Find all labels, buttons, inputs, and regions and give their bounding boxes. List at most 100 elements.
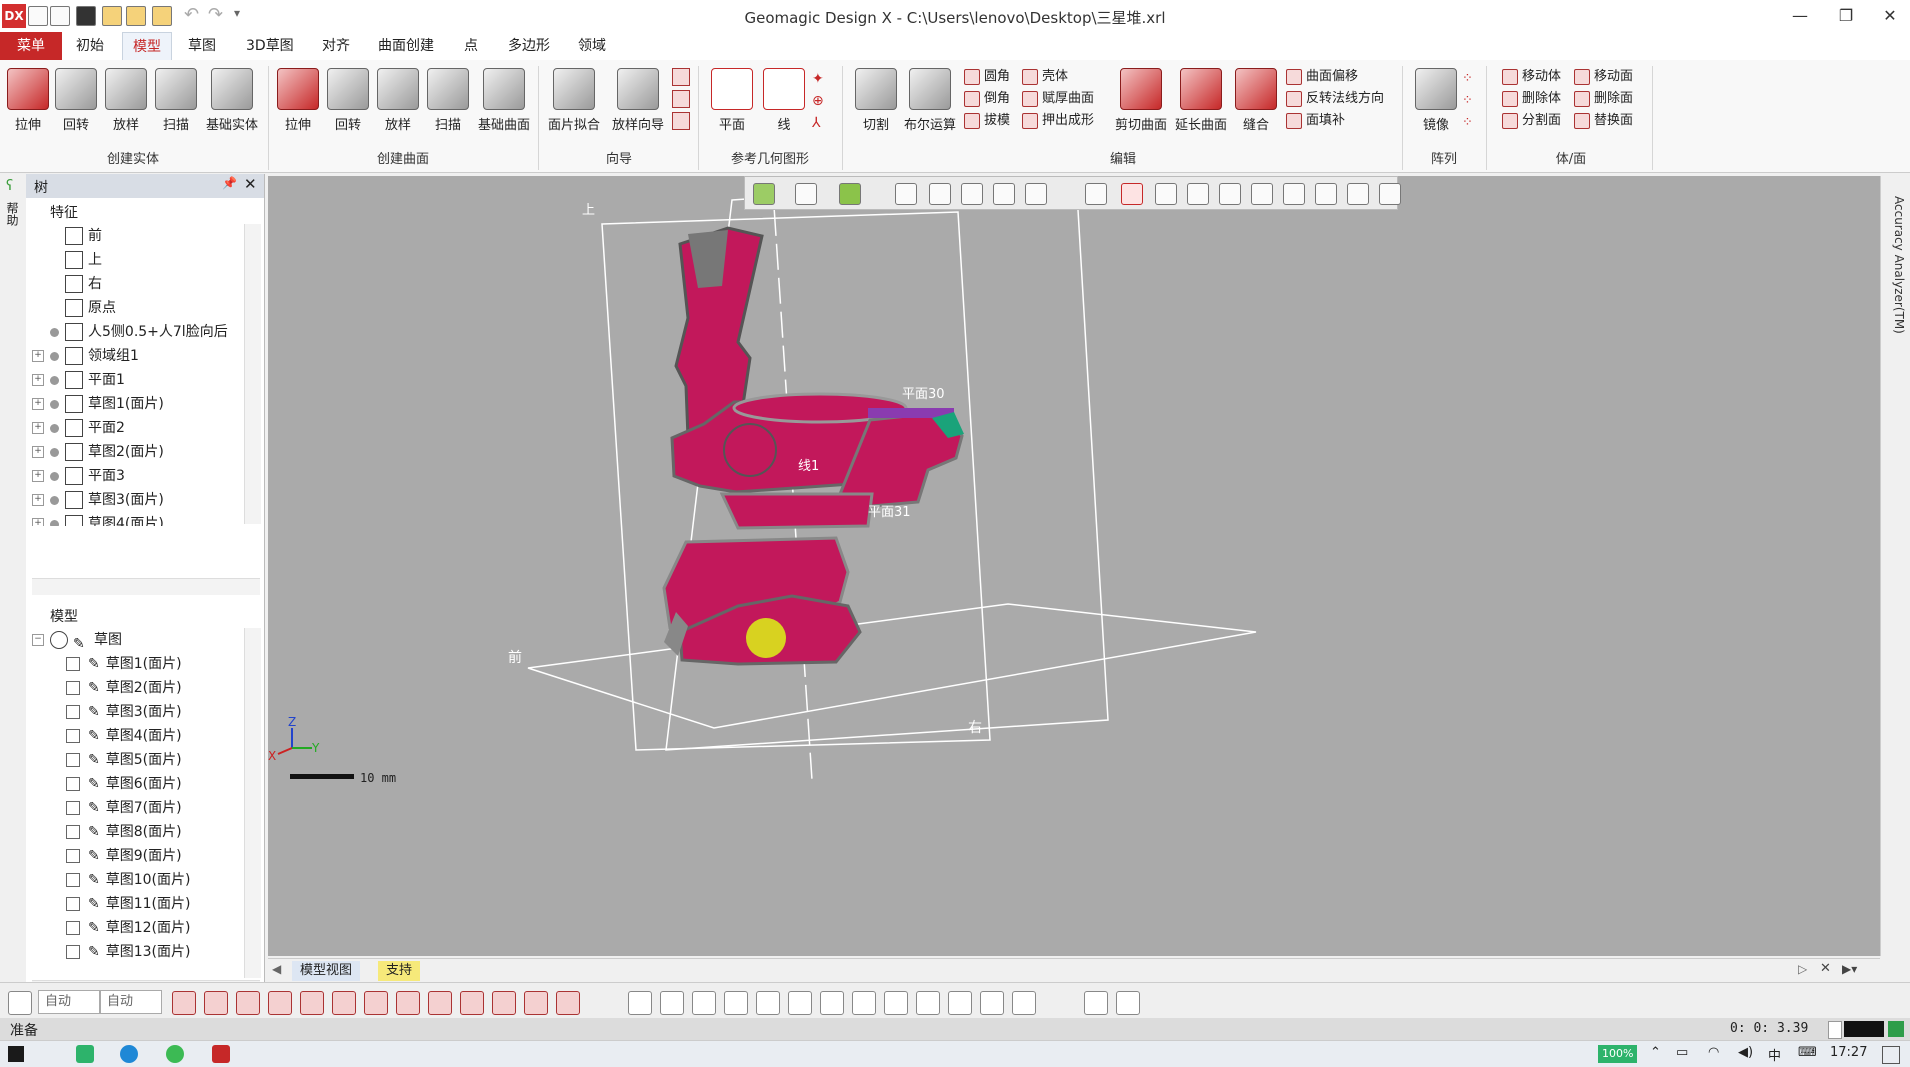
features-scrollbar[interactable] bbox=[244, 224, 261, 524]
pattern-icons[interactable]: ⁘ ⁘ ⁘ bbox=[1462, 68, 1473, 134]
visibility-dot-icon[interactable] bbox=[50, 351, 59, 361]
prev-tab-icon[interactable]: ◀ bbox=[272, 962, 281, 976]
visibility-dot-icon[interactable] bbox=[50, 423, 59, 433]
selection-filter-icon[interactable] bbox=[628, 991, 652, 1015]
restore-button[interactable]: ❐ bbox=[1826, 4, 1866, 28]
selection-filter-icon[interactable] bbox=[948, 991, 972, 1015]
visibility-checkbox[interactable] bbox=[66, 777, 80, 791]
feature-tree-item[interactable]: + 草图3(面片) bbox=[32, 488, 238, 512]
surface-sweep-button[interactable]: 扫描 bbox=[420, 66, 476, 140]
selection-filter-icon[interactable] bbox=[756, 991, 780, 1015]
ime-mode-icon[interactable]: ⌨ bbox=[1798, 1045, 1817, 1060]
visibility-dot-icon[interactable] bbox=[50, 399, 59, 409]
visibility-checkbox[interactable] bbox=[66, 801, 80, 815]
visibility-filter-icon[interactable] bbox=[1379, 183, 1401, 205]
selection-filter-icon[interactable] bbox=[788, 991, 812, 1015]
circle-select-icon[interactable] bbox=[1155, 183, 1177, 205]
visibility-checkbox[interactable] bbox=[66, 681, 80, 695]
help-icon[interactable]: ʕ bbox=[6, 178, 13, 194]
feature-tree-item[interactable]: 右 bbox=[32, 272, 238, 296]
visibility-checkbox[interactable] bbox=[66, 753, 80, 767]
measure-icon[interactable] bbox=[1085, 183, 1107, 205]
replace-face-button[interactable]: 替换面 bbox=[1574, 110, 1648, 132]
front-view-icon[interactable] bbox=[929, 183, 951, 205]
base-solid-button[interactable]: 基础实体 bbox=[200, 66, 264, 140]
render-mode-icon[interactable] bbox=[753, 183, 775, 205]
thicken-surface-button[interactable]: 赋厚曲面 bbox=[1022, 88, 1104, 110]
selection-filter-icon[interactable] bbox=[1084, 991, 1108, 1015]
section-view-icon[interactable] bbox=[1025, 183, 1047, 205]
split-face-button[interactable]: 分割面 bbox=[1502, 110, 1574, 132]
feature-tree-item[interactable]: 人5侧0.5+人7l脸向后 bbox=[32, 320, 238, 344]
selection-filter-icon[interactable] bbox=[1116, 991, 1140, 1015]
extend-surface-button[interactable]: 延长曲面 bbox=[1172, 66, 1230, 140]
collapse-icon[interactable]: − bbox=[32, 634, 44, 646]
selection-filter-icon[interactable] bbox=[692, 991, 716, 1015]
expand-icon[interactable]: + bbox=[32, 446, 44, 458]
selection-filter-icon[interactable] bbox=[724, 991, 748, 1015]
side-view-icon[interactable] bbox=[993, 183, 1015, 205]
close-view-icon[interactable]: ✕ bbox=[1820, 961, 1831, 976]
expand-icon[interactable]: + bbox=[32, 374, 44, 386]
tab-model-view[interactable]: 模型视图 bbox=[292, 961, 361, 981]
tab-menu[interactable]: 菜单 bbox=[0, 32, 62, 60]
design-x-taskbar-icon[interactable] bbox=[212, 1045, 230, 1063]
selection-filter-icon[interactable] bbox=[980, 991, 1004, 1015]
selection-filter-icon[interactable] bbox=[1012, 991, 1036, 1015]
visibility-checkbox[interactable] bbox=[66, 897, 80, 911]
model-tree-item[interactable]: ✎ 草图2(面片) bbox=[66, 676, 246, 700]
features-hscrollbar[interactable] bbox=[32, 578, 260, 595]
cut-button[interactable]: 切割 bbox=[848, 66, 904, 140]
wizard-icon[interactable] bbox=[672, 68, 690, 86]
ref-point-icon[interactable]: ✦ ⊕ ⅄ bbox=[812, 68, 824, 134]
draft-button[interactable]: 拔模 bbox=[964, 110, 1018, 132]
solid-revolve-button[interactable]: 回转 bbox=[48, 66, 104, 140]
app-icon-1[interactable] bbox=[76, 1045, 94, 1063]
surface-loft-button[interactable]: 放样 bbox=[370, 66, 426, 140]
surface-extrude-button[interactable]: 拉伸 bbox=[270, 66, 326, 140]
3d-viewport[interactable]: 上 前 右 平面30 平面31 线1 Z X Y 10 mm bbox=[268, 176, 1880, 956]
shell-button[interactable]: 壳体 bbox=[1022, 66, 1104, 88]
model-tree-item[interactable]: ✎ 草图3(面片) bbox=[66, 700, 246, 724]
tab-region[interactable]: 领域 bbox=[568, 32, 616, 60]
expand-icon[interactable]: + bbox=[32, 398, 44, 410]
visibility-checkbox[interactable] bbox=[66, 657, 80, 671]
visibility-checkbox[interactable] bbox=[66, 729, 80, 743]
feature-tree-item[interactable]: 前 bbox=[32, 224, 238, 248]
move-body-button[interactable]: 移动体 bbox=[1502, 66, 1574, 88]
notifications-icon[interactable] bbox=[1882, 1046, 1900, 1064]
visibility-dot-icon[interactable] bbox=[50, 495, 59, 505]
ime-indicator[interactable]: 中 bbox=[1768, 1045, 1781, 1064]
tab-surface-create[interactable]: 曲面创建 bbox=[368, 32, 444, 60]
visibility-checkbox[interactable] bbox=[66, 849, 80, 863]
selection-filter-icon[interactable] bbox=[332, 991, 356, 1015]
selection-filter-icon[interactable] bbox=[460, 991, 484, 1015]
paint-select-icon[interactable] bbox=[1283, 183, 1305, 205]
select-mode-icon[interactable] bbox=[8, 991, 32, 1015]
model-tree-item[interactable]: ✎ 草图10(面片) bbox=[66, 868, 246, 892]
feature-tree-item[interactable]: + 领域组1 bbox=[32, 344, 238, 368]
tab-model[interactable]: 模型 bbox=[122, 32, 172, 61]
expand-icon[interactable]: + bbox=[32, 518, 44, 526]
filter-combo-1[interactable]: 自动 bbox=[38, 990, 100, 1014]
feature-tree-item[interactable]: 上 bbox=[32, 248, 238, 272]
sew-button[interactable]: 缝合 bbox=[1232, 66, 1280, 140]
tray-chevron-icon[interactable]: ⌃ bbox=[1650, 1045, 1661, 1060]
feature-tree-item[interactable]: + 平面1 bbox=[32, 368, 238, 392]
mesh-model[interactable] bbox=[662, 226, 964, 666]
offset-surface-button[interactable]: 曲面偏移 bbox=[1286, 66, 1396, 88]
feature-tree-item[interactable]: 原点 bbox=[32, 296, 238, 320]
model-tree-item[interactable]: ✎ 草图9(面片) bbox=[66, 844, 246, 868]
feature-tree-item[interactable]: + 草图1(面片) bbox=[32, 392, 238, 416]
rect-select-icon[interactable] bbox=[1121, 183, 1143, 205]
tab-support[interactable]: 支持 bbox=[378, 961, 421, 981]
visibility-checkbox[interactable] bbox=[66, 921, 80, 935]
tab-3d-sketch[interactable]: 3D草图 bbox=[236, 32, 304, 60]
wizard-icon[interactable] bbox=[672, 112, 690, 130]
fill-face-button[interactable]: 面填补 bbox=[1286, 110, 1396, 132]
surface-revolve-button[interactable]: 回转 bbox=[320, 66, 376, 140]
visibility-dot-icon[interactable] bbox=[50, 447, 59, 457]
visibility-dot-icon[interactable] bbox=[50, 375, 59, 385]
model-tree-item[interactable]: ✎ 草图4(面片) bbox=[66, 724, 246, 748]
selection-filter-icon[interactable] bbox=[852, 991, 876, 1015]
